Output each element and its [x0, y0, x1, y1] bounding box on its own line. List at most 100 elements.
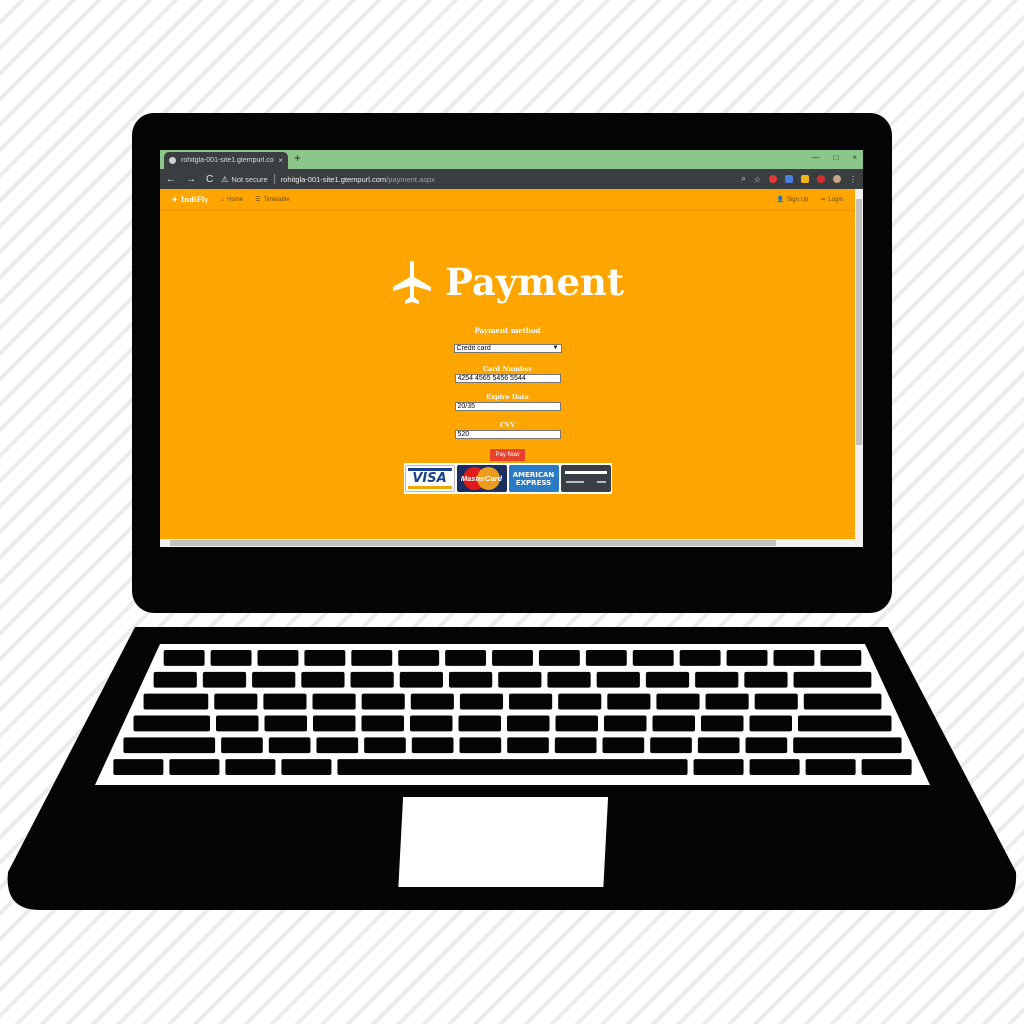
menu-icon[interactable]: ⋮	[849, 175, 857, 184]
nav-timetable-label: Timetable	[263, 196, 290, 203]
keyboard-key	[798, 715, 892, 732]
close-tab-icon[interactable]: ×	[278, 156, 283, 165]
globe-icon	[169, 157, 176, 164]
security-label: Not secure	[231, 174, 268, 184]
keyboard-key	[312, 693, 356, 710]
horizontal-scrollbar[interactable]	[160, 539, 863, 547]
mastercard-text: MasterCard	[460, 474, 503, 483]
extension-folder-icon[interactable]	[801, 175, 809, 183]
keyboard-key	[221, 737, 263, 754]
nav-signup-label: Sign Up	[786, 196, 809, 203]
browser-tab[interactable]: rohitgla-001-site1.gtempurl.com ×	[164, 152, 288, 169]
keyboard-key	[701, 715, 744, 732]
tab-strip: rohitgla-001-site1.gtempurl.com × + — □ …	[160, 150, 863, 169]
keyboard-key	[705, 693, 749, 710]
keyboard-key	[268, 737, 311, 754]
keyboard-key	[216, 715, 259, 732]
keyboard-key	[645, 671, 690, 688]
keyboard-key	[281, 759, 332, 775]
zoom-icon[interactable]: ⌕	[741, 174, 745, 184]
keyboard-key	[361, 715, 404, 732]
nav-login[interactable]: ⇥ Login	[820, 196, 843, 204]
keyboard-key	[726, 650, 768, 666]
nav-home[interactable]: ⌂ Home	[221, 197, 244, 203]
keyboard-key	[632, 650, 674, 666]
keyboard-key	[558, 693, 602, 710]
minimize-button[interactable]: —	[811, 153, 819, 162]
avatar[interactable]	[833, 175, 841, 183]
keyboard-key	[803, 693, 882, 710]
vertical-scroll-thumb[interactable]	[856, 199, 862, 445]
keyboard-key	[301, 671, 345, 688]
keyboard-key	[163, 650, 205, 666]
extension-translate-icon[interactable]	[785, 175, 793, 183]
keyboard-key	[602, 737, 645, 754]
site-brand[interactable]: ✈ IndiFly	[172, 195, 209, 204]
keyboard-key	[656, 693, 700, 710]
back-button[interactable]: ←	[166, 174, 176, 185]
keyboard-key	[337, 759, 688, 775]
keyboard-key	[547, 671, 591, 688]
keyboard-key	[793, 671, 872, 688]
url-host: rohitgla-001-site1.gtempurl.com	[280, 174, 387, 184]
keyboard-key	[459, 737, 502, 754]
keyboard-key	[263, 693, 307, 710]
keyboard-key	[652, 715, 695, 732]
keyboard-key	[805, 759, 856, 775]
keyboard-key	[650, 737, 692, 754]
keyboard-key	[264, 715, 307, 732]
keyboard-key	[555, 715, 598, 732]
pay-now-button[interactable]: Pay Now	[490, 449, 525, 461]
keyboard-key	[143, 693, 209, 710]
mastercard-logo: MasterCard	[456, 465, 507, 492]
list-icon: ☰	[255, 197, 261, 203]
card-number-input[interactable]	[454, 374, 561, 383]
new-tab-button[interactable]: +	[294, 151, 301, 165]
keyboard-key	[749, 759, 800, 775]
keyboard-key	[210, 650, 252, 666]
keyboard-key	[410, 693, 454, 710]
keyboard-key	[773, 650, 815, 666]
keyboard-key	[754, 693, 798, 710]
extension-red-icon[interactable]	[769, 175, 777, 183]
horizontal-scroll-thumb[interactable]	[170, 540, 776, 546]
keyboard-key	[607, 693, 651, 710]
keyboard-key	[749, 715, 792, 732]
keyboard-key	[399, 671, 443, 688]
user-icon: 👤	[776, 197, 784, 203]
keyboard-key	[507, 715, 550, 732]
keyboard-key	[507, 737, 549, 754]
keyboard-key	[113, 759, 164, 775]
maximize-button[interactable]: □	[833, 153, 838, 162]
nav-timetable[interactable]: ☰ Timetable	[255, 196, 290, 204]
keyboard-key	[861, 759, 912, 775]
address-bar[interactable]: ⚠ Not secure rohitgla-001-site1.gtempurl…	[221, 174, 741, 184]
keyboard-key	[458, 715, 501, 732]
cvv-input[interactable]	[454, 430, 561, 439]
payment-method-label: Payment method	[474, 326, 541, 335]
extension-pinterest-icon[interactable]	[817, 175, 825, 183]
forward-button[interactable]: →	[186, 174, 196, 185]
keyboard-key	[448, 671, 493, 688]
generic-card-icon	[560, 465, 611, 492]
expire-date-label: Expire Date	[486, 393, 529, 401]
reload-button[interactable]: C	[206, 174, 213, 185]
keyboard-key	[411, 737, 454, 754]
keyboard-key	[133, 715, 210, 732]
keyboard-key	[498, 671, 542, 688]
close-window-button[interactable]: ×	[852, 153, 857, 162]
nav-signup[interactable]: 👤 Sign Up	[776, 196, 809, 204]
accepted-cards: VISA MasterCard AMERICAN EXPRESS	[403, 463, 612, 494]
vertical-scrollbar[interactable]	[855, 189, 863, 539]
expire-date-input[interactable]	[454, 402, 561, 411]
keyboard-key	[361, 693, 405, 710]
payment-method-select[interactable]: Credit card	[453, 344, 562, 353]
plane-icon: ✈	[172, 195, 178, 204]
address-separator	[273, 174, 275, 184]
keyboard-key	[492, 650, 533, 666]
star-icon[interactable]: ☆	[754, 175, 761, 184]
keyboard-key	[410, 715, 453, 732]
keyboard-key	[202, 671, 247, 688]
keyboard-key	[398, 650, 440, 666]
airplane-icon	[393, 261, 431, 304]
